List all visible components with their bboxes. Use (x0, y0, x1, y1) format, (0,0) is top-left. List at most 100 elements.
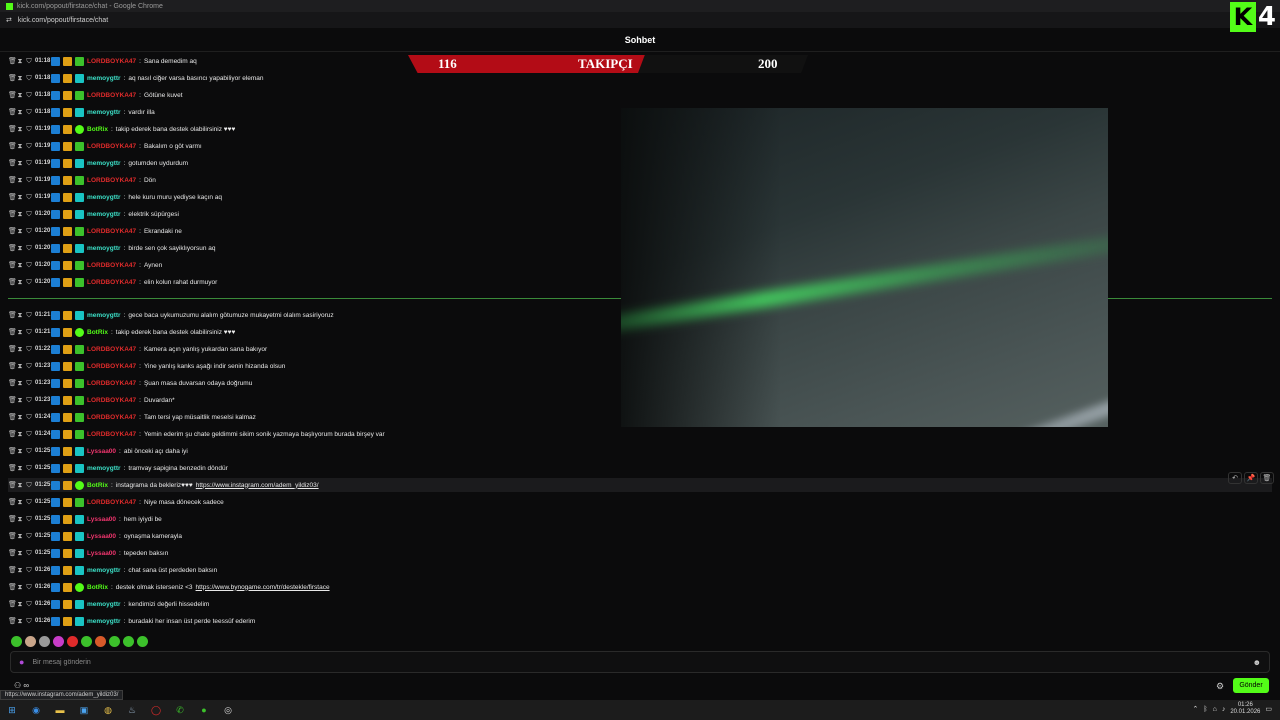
ban-icon[interactable]: ⛉ (26, 499, 32, 506)
message-username[interactable]: memoygttr (87, 601, 121, 608)
delete-message-icon[interactable]: 🗑 (8, 584, 17, 591)
timeout-icon[interactable]: ⧗ (17, 346, 23, 353)
ban-icon[interactable]: ⛉ (26, 397, 32, 404)
emote-icon[interactable] (53, 636, 64, 647)
ban-icon[interactable]: ⛉ (26, 312, 32, 319)
chat-message[interactable]: 🗑 ⧗ ⛉ 01:26 memoygttr: kendimizi değerli hiss… (8, 597, 1272, 611)
chat-message[interactable]: 🗑 ⧗ ⛉ 01:25 Lyssaa00: tepeden baksın (8, 546, 1272, 560)
timeout-icon[interactable]: ⧗ (17, 75, 23, 82)
chat-message[interactable]: 🗑 ⧗ ⛉ 01:25 Lyssaa00: oynaşma kamerayla (8, 529, 1272, 543)
timeout-icon[interactable]: ⧗ (17, 380, 23, 387)
ban-icon[interactable]: ⛉ (26, 363, 32, 370)
clock[interactable]: 01:26 20.01.2026 (1230, 702, 1260, 716)
message-username[interactable]: LORDBOYKA47 (87, 380, 136, 387)
chat-message[interactable]: 🗑 ⧗ ⛉ 01:26 memoygttr: chat sana üst perdeden… (8, 563, 1272, 577)
emoji-picker-icon[interactable]: ☻ (1253, 658, 1261, 667)
message-username[interactable]: memoygttr (87, 567, 121, 574)
message-username[interactable]: LORDBOYKA47 (87, 397, 136, 404)
emote-icon[interactable] (137, 636, 148, 647)
delete-message-icon[interactable]: 🗑 (8, 601, 17, 608)
url-text[interactable]: kick.com/popout/firstace/chat (18, 17, 108, 24)
opera-icon[interactable]: ◯ (144, 700, 168, 720)
chat-settings-gear-icon[interactable]: ⚙ (1216, 681, 1224, 692)
ban-icon[interactable]: ⛉ (26, 177, 32, 184)
steam-icon[interactable]: ♨ (120, 700, 144, 720)
message-username[interactable]: Lyssaa00 (87, 533, 116, 540)
timeout-icon[interactable]: ⧗ (17, 550, 23, 557)
ban-icon[interactable]: ⛉ (26, 279, 32, 286)
delete-message-icon[interactable]: 🗑 (8, 567, 17, 574)
emote-icon[interactable] (25, 636, 36, 647)
ban-icon[interactable]: ⛉ (26, 58, 32, 65)
delete-message-icon[interactable]: 🗑 (8, 414, 17, 421)
chat-message[interactable]: 🗑 ⧗ ⛉ 01:24 LORDBOYKA47: Yemin ederim şu chat… (8, 427, 1272, 441)
timeout-icon[interactable]: ⧗ (17, 228, 23, 235)
timeout-icon[interactable]: ⧗ (17, 160, 23, 167)
message-username[interactable]: BotRix (87, 584, 108, 591)
pin-icon[interactable]: 📌 (1244, 472, 1258, 484)
timeout-icon[interactable]: ⧗ (17, 499, 23, 506)
emote-icon[interactable] (39, 636, 50, 647)
timeout-icon[interactable]: ⧗ (17, 211, 23, 218)
message-username[interactable]: Lyssaa00 (87, 550, 116, 557)
ban-icon[interactable]: ⛉ (26, 431, 32, 438)
delete-icon[interactable]: 🗑 (1260, 472, 1274, 484)
delete-message-icon[interactable]: 🗑 (8, 482, 17, 489)
delete-message-icon[interactable]: 🗑 (8, 279, 17, 286)
message-username[interactable]: LORDBOYKA47 (87, 177, 136, 184)
message-username[interactable]: Lyssaa00 (87, 448, 116, 455)
site-info-icon[interactable]: ⇄ (6, 16, 12, 24)
volume-icon[interactable]: ♪ (1222, 706, 1226, 713)
address-bar[interactable]: ⇄ kick.com/popout/firstace/chat (0, 12, 1280, 28)
ban-icon[interactable]: ⛉ (26, 618, 32, 625)
timeout-icon[interactable]: ⧗ (17, 601, 23, 608)
ban-icon[interactable]: ⛉ (26, 533, 32, 540)
send-button[interactable]: Gönder (1233, 678, 1269, 693)
emote-icon[interactable] (67, 636, 78, 647)
ban-icon[interactable]: ⛉ (26, 601, 32, 608)
delete-message-icon[interactable]: 🗑 (8, 211, 17, 218)
chat-message[interactable]: 🗑 ⧗ ⛉ 01:25 BotRix: instagrama da bekleriz♥♥♥… (8, 478, 1272, 492)
ban-icon[interactable]: ⛉ (26, 143, 32, 150)
delete-message-icon[interactable]: 🗑 (8, 363, 17, 370)
message-link[interactable]: https://www.bynogame.com/tr/destekle/fir… (196, 584, 330, 591)
delete-message-icon[interactable]: 🗑 (8, 160, 17, 167)
delete-message-icon[interactable]: 🗑 (8, 109, 17, 116)
message-username[interactable]: LORDBOYKA47 (87, 262, 136, 269)
ban-icon[interactable]: ⛉ (26, 329, 32, 336)
timeout-icon[interactable]: ⧗ (17, 126, 23, 133)
message-username[interactable]: BotRix (87, 329, 108, 336)
delete-message-icon[interactable]: 🗑 (8, 499, 17, 506)
ban-icon[interactable]: ⛉ (26, 516, 32, 523)
timeout-icon[interactable]: ⧗ (17, 584, 23, 591)
timeout-icon[interactable]: ⧗ (17, 143, 23, 150)
delete-message-icon[interactable]: 🗑 (8, 618, 17, 625)
timeout-icon[interactable]: ⧗ (17, 482, 23, 489)
chat-message[interactable]: 🗑 ⧗ ⛉ 01:26 memoygttr: buradaki her insan üst… (8, 614, 1272, 628)
windows-start-icon[interactable]: ⊞ (0, 700, 24, 720)
ban-icon[interactable]: ⛉ (26, 482, 32, 489)
ban-icon[interactable]: ⛉ (26, 567, 32, 574)
ban-icon[interactable]: ⛉ (26, 160, 32, 167)
delete-message-icon[interactable]: 🗑 (8, 143, 17, 150)
chat-message-input[interactable]: ● Bir mesaj gönderin ☻ (10, 651, 1270, 673)
chat-message[interactable]: 🗑 ⧗ ⛉ 01:26 BotRix: destek olmak isterseniz <… (8, 580, 1272, 594)
timeout-icon[interactable]: ⧗ (17, 109, 23, 116)
delete-message-icon[interactable]: 🗑 (8, 346, 17, 353)
message-username[interactable]: LORDBOYKA47 (87, 346, 136, 353)
delete-message-icon[interactable]: 🗑 (8, 516, 17, 523)
message-username[interactable]: BotRix (87, 126, 108, 133)
message-username[interactable]: LORDBOYKA47 (87, 143, 136, 150)
message-username[interactable]: LORDBOYKA47 (87, 363, 136, 370)
chat-message[interactable]: 🗑 ⧗ ⛉ 01:25 LORDBOYKA47: Niye masa dönecek sa… (8, 495, 1272, 509)
delete-message-icon[interactable]: 🗑 (8, 380, 17, 387)
chat-message[interactable]: 🗑 ⧗ ⛉ 01:18 memoygttr: aq nasıl ciğer varsa b… (8, 71, 1272, 85)
notifications-icon[interactable]: ▭ (1265, 705, 1272, 713)
delete-message-icon[interactable]: 🗑 (8, 397, 17, 404)
delete-message-icon[interactable]: 🗑 (8, 533, 17, 540)
ban-icon[interactable]: ⛉ (26, 465, 32, 472)
delete-message-icon[interactable]: 🗑 (8, 75, 17, 82)
message-username[interactable]: memoygttr (87, 312, 121, 319)
timeout-icon[interactable]: ⧗ (17, 312, 23, 319)
emote-icon[interactable] (123, 636, 134, 647)
